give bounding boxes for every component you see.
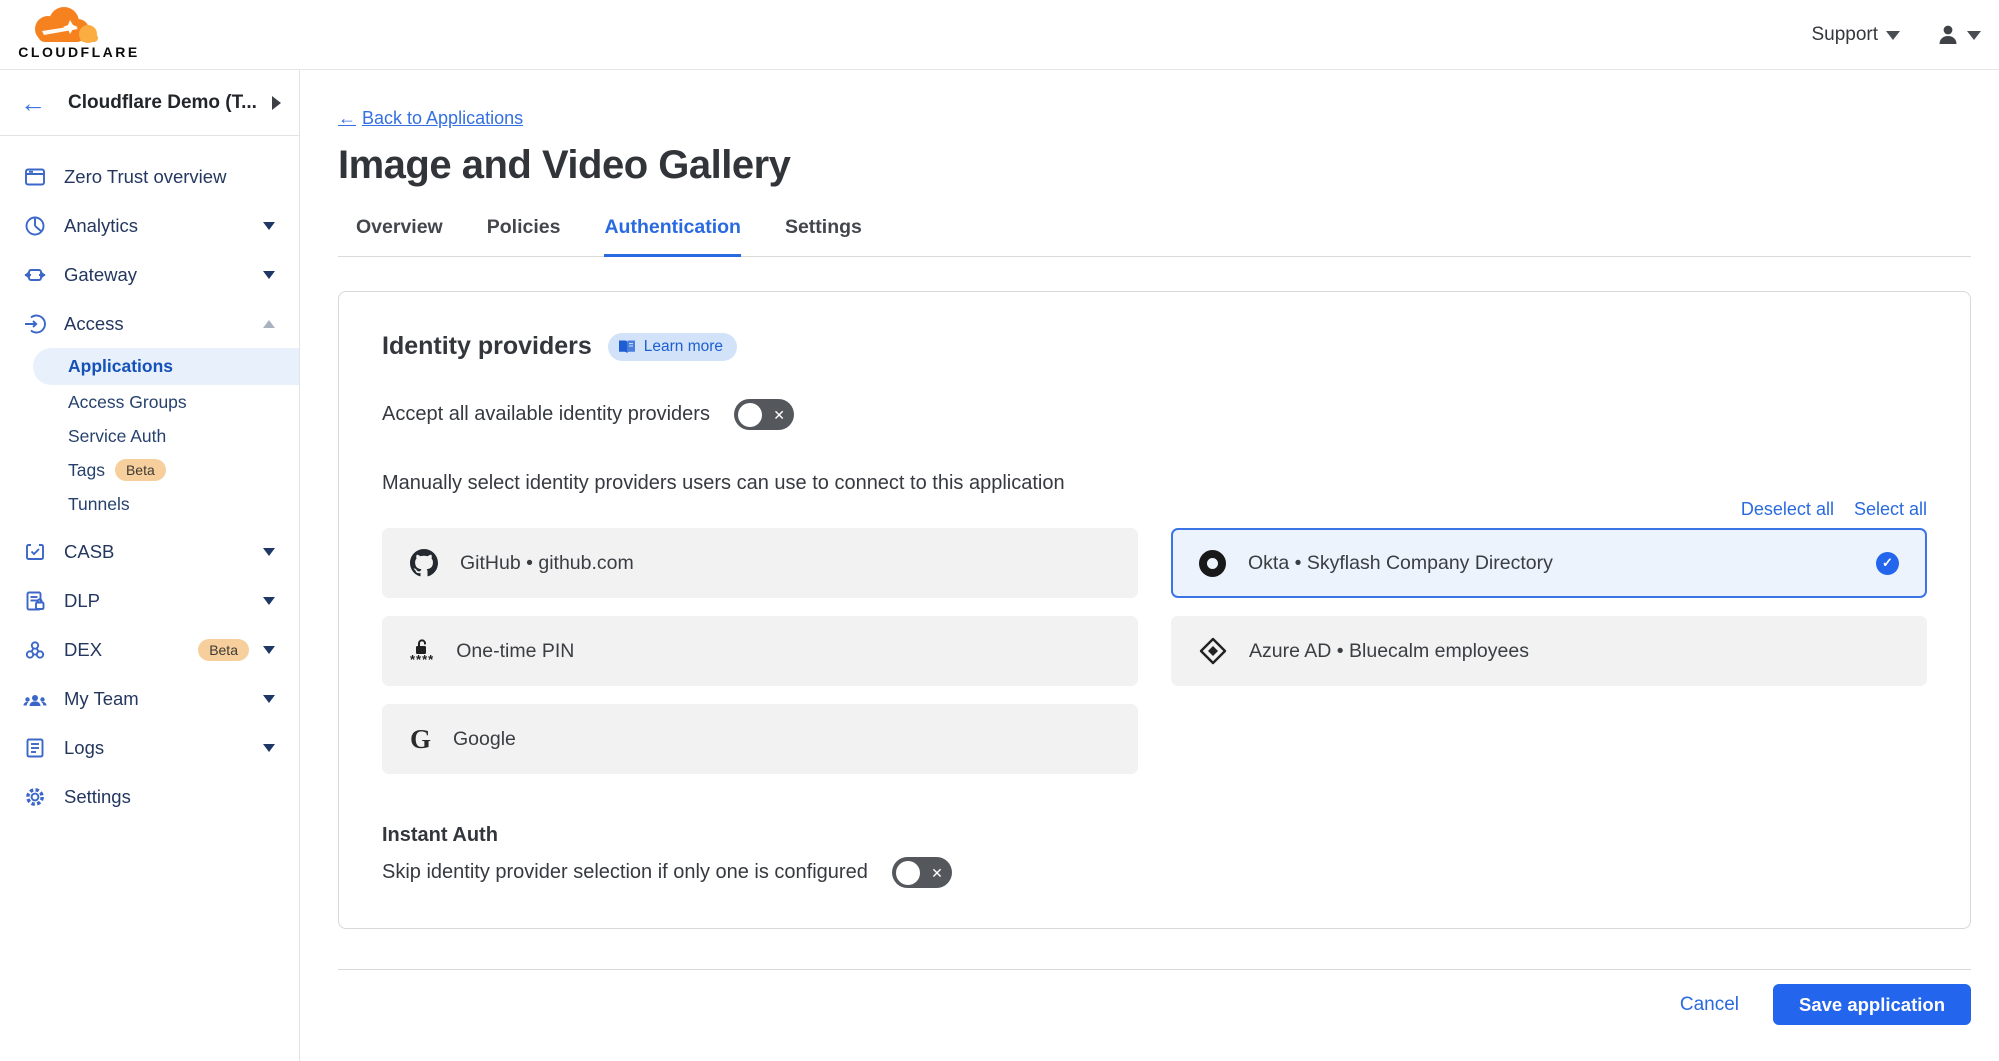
cloudflare-logo[interactable]: CLOUDFLARE (14, 4, 144, 60)
account-name[interactable]: Cloudflare Demo (T... (68, 92, 272, 114)
page-title: Image and Video Gallery (338, 143, 1971, 188)
logs-icon (22, 736, 48, 760)
analytics-icon (22, 214, 48, 238)
brand-wordmark: CLOUDFLARE (14, 44, 144, 60)
learn-more-badge[interactable]: Learn more (608, 333, 737, 361)
okta-icon (1199, 550, 1226, 577)
tab-settings[interactable]: Settings (785, 216, 862, 257)
github-icon (410, 549, 438, 577)
tab-authentication[interactable]: Authentication (604, 216, 741, 257)
instant-auth-toggle[interactable]: ✕ (892, 857, 952, 888)
beta-badge: Beta (115, 459, 166, 481)
azure-ad-icon (1199, 637, 1227, 665)
chevron-up-icon[interactable] (263, 320, 275, 328)
access-submenu: Applications Access Groups Service Auth … (0, 348, 299, 521)
card-title: Identity providers (382, 332, 592, 361)
toggle-off-x-icon: ✕ (931, 866, 943, 880)
accept-all-label: Accept all available identity providers (382, 403, 710, 426)
sidebar-item-zero-trust-overview[interactable]: Zero Trust overview (0, 152, 299, 201)
access-icon (22, 312, 48, 336)
instant-auth-heading: Instant Auth (382, 824, 1927, 847)
instant-auth-label: Skip identity provider selection if only… (382, 861, 868, 884)
gateway-icon (22, 263, 48, 287)
selected-check-icon: ✓ (1876, 552, 1899, 575)
sidebar-item-service-auth[interactable]: Service Auth (0, 419, 299, 453)
chevron-down-icon[interactable] (263, 597, 275, 605)
support-label: Support (1811, 24, 1878, 46)
sidebar-item-analytics[interactable]: Analytics (0, 201, 299, 250)
chevron-down-icon[interactable] (263, 646, 275, 654)
sidebar: ← Cloudflare Demo (T... Zero Trust overv… (0, 70, 300, 1061)
tab-bar: Overview Policies Authentication Setting… (338, 216, 1971, 257)
sidebar-item-dex[interactable]: DEX Beta (0, 625, 299, 674)
provider-card-azure-ad[interactable]: Azure AD • Bluecalm employees (1171, 616, 1927, 686)
provider-card-google[interactable]: G Google (382, 704, 1138, 774)
chevron-down-icon[interactable] (263, 695, 275, 703)
sidebar-item-casb[interactable]: CASB (0, 527, 299, 576)
one-time-pin-icon: **** (410, 638, 434, 664)
cancel-button[interactable]: Cancel (1680, 994, 1739, 1016)
footer-actions: Cancel Save application (338, 984, 1971, 1025)
chevron-down-icon[interactable] (263, 744, 275, 752)
provider-card-one-time-pin[interactable]: **** One-time PIN (382, 616, 1138, 686)
select-all-link[interactable]: Select all (1854, 499, 1927, 520)
sidebar-item-tunnels[interactable]: Tunnels (0, 487, 299, 521)
sidebar-item-tags[interactable]: Tags Beta (0, 453, 299, 487)
identity-providers-card: Identity providers Learn more Accept all… (338, 291, 1971, 929)
provider-grid: GitHub • github.com Okta • Skyflash Comp… (382, 528, 1927, 774)
sidebar-item-applications[interactable]: Applications (33, 348, 299, 385)
chevron-down-icon[interactable] (263, 548, 275, 556)
chevron-down-icon[interactable] (263, 222, 275, 230)
sidebar-item-settings[interactable]: Settings (0, 772, 299, 821)
team-icon (22, 687, 48, 711)
google-icon: G (410, 724, 431, 755)
dex-icon (22, 638, 48, 662)
footer-divider (338, 969, 1971, 970)
support-menu[interactable]: Support (1811, 24, 1900, 46)
user-menu[interactable] (1936, 23, 1981, 47)
top-bar: CLOUDFLARE Support (0, 0, 1999, 70)
gear-icon (22, 785, 48, 809)
sidebar-item-access-groups[interactable]: Access Groups (0, 385, 299, 419)
sidebar-item-logs[interactable]: Logs (0, 723, 299, 772)
cloudflare-cloud-icon (14, 4, 110, 46)
dlp-icon (22, 589, 48, 613)
chevron-right-icon[interactable] (272, 96, 281, 110)
back-to-applications-link[interactable]: ← Back to Applications (338, 108, 523, 129)
beta-badge: Beta (198, 639, 249, 661)
provider-card-github[interactable]: GitHub • github.com (382, 528, 1138, 598)
casb-icon (22, 540, 48, 564)
sidebar-account-header: ← Cloudflare Demo (T... (0, 70, 299, 136)
manual-select-label: Manually select identity providers users… (382, 472, 1927, 495)
book-icon (618, 339, 636, 354)
sidebar-item-access[interactable]: Access (0, 299, 299, 348)
deselect-all-link[interactable]: Deselect all (1741, 499, 1834, 520)
sidebar-item-dlp[interactable]: DLP (0, 576, 299, 625)
back-arrow-icon: ← (338, 108, 356, 129)
overview-icon (22, 165, 48, 189)
save-application-button[interactable]: Save application (1773, 984, 1971, 1025)
toggle-off-x-icon: ✕ (773, 408, 785, 422)
main-content: ← Back to Applications Image and Video G… (300, 70, 1999, 1061)
back-arrow-icon[interactable]: ← (20, 90, 46, 116)
sidebar-nav: Zero Trust overview Analytics Gateway (0, 136, 299, 821)
tab-overview[interactable]: Overview (356, 216, 443, 257)
sidebar-item-my-team[interactable]: My Team (0, 674, 299, 723)
chevron-down-icon (1886, 31, 1900, 40)
chevron-down-icon[interactable] (263, 271, 275, 279)
provider-card-okta[interactable]: Okta • Skyflash Company Directory ✓ (1171, 528, 1927, 598)
sidebar-item-gateway[interactable]: Gateway (0, 250, 299, 299)
tab-policies[interactable]: Policies (487, 216, 561, 257)
chevron-down-icon (1967, 31, 1981, 40)
accept-all-toggle[interactable]: ✕ (734, 399, 794, 430)
user-icon (1936, 23, 1960, 47)
